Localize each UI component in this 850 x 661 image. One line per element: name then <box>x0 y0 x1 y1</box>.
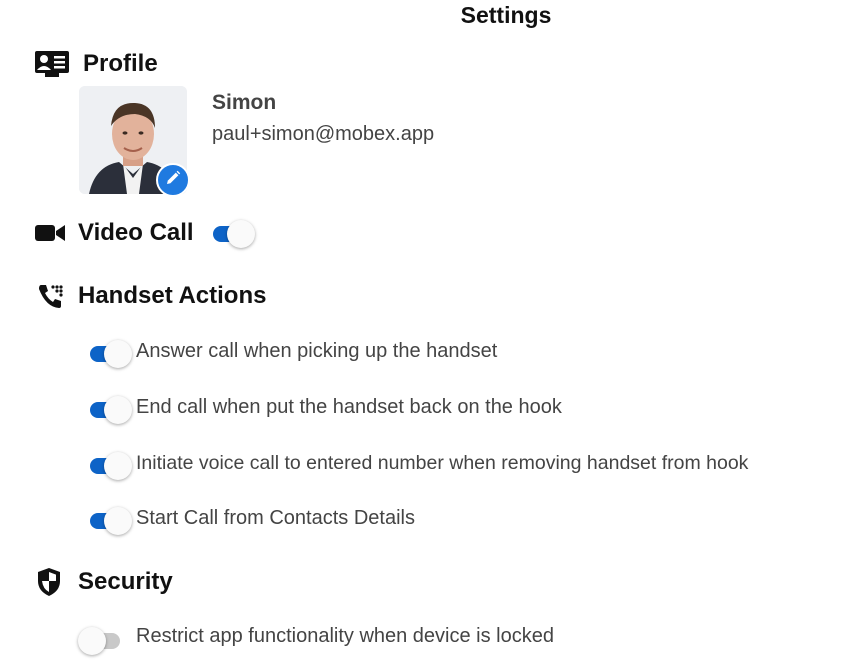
restrict-app-label: Restrict app functionality when device i… <box>136 625 554 647</box>
handset-actions-section-header: Handset Actions <box>36 282 266 310</box>
handset-actions-heading: Handset Actions <box>78 282 267 309</box>
start-call-contacts-toggle[interactable] <box>88 506 132 536</box>
contact-card-icon <box>34 50 70 78</box>
restrict-app-toggle[interactable] <box>78 626 122 656</box>
answer-call-label: Answer call when picking up the handset <box>136 340 498 362</box>
video-call-label: Video Call <box>78 219 194 246</box>
video-camera-icon <box>34 223 66 243</box>
initiate-voice-call-label: Initiate voice call to entered number wh… <box>136 452 749 474</box>
security-heading: Security <box>78 568 173 595</box>
profile-heading: Profile <box>83 50 158 77</box>
end-call-label: End call when put the handset back on th… <box>136 396 562 418</box>
phone-dialing-icon <box>36 282 64 310</box>
profile-name: Simon <box>212 91 277 114</box>
shield-icon <box>36 567 62 597</box>
answer-call-toggle[interactable] <box>88 339 132 369</box>
profile-email: paul+simon@mobex.app <box>212 123 435 145</box>
start-call-contacts-label: Start Call from Contacts Details <box>136 507 415 529</box>
page-title: Settings <box>460 2 552 28</box>
security-section-header: Security <box>36 567 173 597</box>
profile-section-header: Profile <box>34 50 158 78</box>
end-call-toggle[interactable] <box>88 395 132 425</box>
video-call-toggle[interactable] <box>211 219 255 249</box>
pencil-icon <box>165 170 181 191</box>
video-call-section-header: Video Call <box>34 219 194 247</box>
edit-avatar-button[interactable] <box>156 163 190 197</box>
initiate-voice-call-toggle[interactable] <box>88 451 132 481</box>
